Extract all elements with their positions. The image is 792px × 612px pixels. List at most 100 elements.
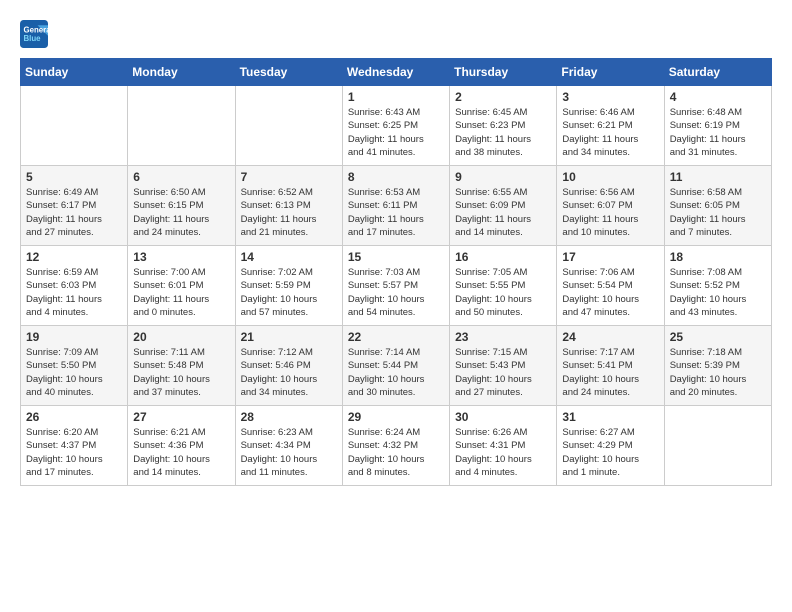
day-info: Sunrise: 7:08 AM Sunset: 5:52 PM Dayligh… xyxy=(670,266,766,319)
day-cell: 3 Sunrise: 6:46 AM Sunset: 6:21 PM Daylig… xyxy=(557,86,664,166)
day-cell: 8 Sunrise: 6:53 AM Sunset: 6:11 PM Daylig… xyxy=(342,166,449,246)
week-row-3: 12Sunrise: 6:59 AM Sunset: 6:03 PM Dayli… xyxy=(21,246,772,326)
day-info: Sunrise: 7:00 AM Sunset: 6:01 PM Dayligh… xyxy=(133,266,229,319)
day-cell xyxy=(128,86,235,166)
day-cell: 6 Sunrise: 6:50 AM Sunset: 6:15 PM Daylig… xyxy=(128,166,235,246)
day-cell: 11 Sunrise: 6:58 AM Sunset: 6:05 PM Dayli… xyxy=(664,166,771,246)
day-info: Sunrise: 7:11 AM Sunset: 5:48 PM Dayligh… xyxy=(133,346,229,399)
day-cell: 12Sunrise: 6:59 AM Sunset: 6:03 PM Dayli… xyxy=(21,246,128,326)
day-info: Sunrise: 7:06 AM Sunset: 5:54 PM Dayligh… xyxy=(562,266,658,319)
day-info: Sunrise: 6:46 AM Sunset: 6:21 PM Dayligh… xyxy=(562,106,658,159)
day-info: Sunrise: 6:50 AM Sunset: 6:15 PM Dayligh… xyxy=(133,186,229,239)
day-number: 10 xyxy=(562,170,658,184)
day-cell: 1 Sunrise: 6:43 AM Sunset: 6:25 PM Daylig… xyxy=(342,86,449,166)
day-cell: 21 Sunrise: 7:12 AM Sunset: 5:46 PM Dayli… xyxy=(235,326,342,406)
calendar: SundayMondayTuesdayWednesdayThursdayFrid… xyxy=(20,58,772,486)
day-cell xyxy=(235,86,342,166)
day-info: Sunrise: 7:18 AM Sunset: 5:39 PM Dayligh… xyxy=(670,346,766,399)
day-cell: 2 Sunrise: 6:45 AM Sunset: 6:23 PM Daylig… xyxy=(450,86,557,166)
day-info: Sunrise: 6:27 AM Sunset: 4:29 PM Dayligh… xyxy=(562,426,658,479)
day-info: Sunrise: 6:55 AM Sunset: 6:09 PM Dayligh… xyxy=(455,186,551,239)
day-info: Sunrise: 6:59 AM Sunset: 6:03 PM Dayligh… xyxy=(26,266,122,319)
day-number: 1 xyxy=(348,90,444,104)
header-thursday: Thursday xyxy=(450,59,557,86)
page-header: General Blue xyxy=(20,20,772,48)
week-row-4: 19Sunrise: 7:09 AM Sunset: 5:50 PM Dayli… xyxy=(21,326,772,406)
day-cell: 10 Sunrise: 6:56 AM Sunset: 6:07 PM Dayli… xyxy=(557,166,664,246)
day-cell: 17Sunrise: 7:06 AM Sunset: 5:54 PM Dayli… xyxy=(557,246,664,326)
day-number: 5 xyxy=(26,170,122,184)
day-info: Sunrise: 6:24 AM Sunset: 4:32 PM Dayligh… xyxy=(348,426,444,479)
day-number: 29 xyxy=(348,410,444,424)
week-row-1: 1 Sunrise: 6:43 AM Sunset: 6:25 PM Daylig… xyxy=(21,86,772,166)
day-number: 22 xyxy=(348,330,444,344)
day-cell xyxy=(21,86,128,166)
day-info: Sunrise: 6:43 AM Sunset: 6:25 PM Dayligh… xyxy=(348,106,444,159)
day-cell: 25 Sunrise: 7:18 AM Sunset: 5:39 PM Dayli… xyxy=(664,326,771,406)
day-info: Sunrise: 7:12 AM Sunset: 5:46 PM Dayligh… xyxy=(241,346,337,399)
day-info: Sunrise: 6:49 AM Sunset: 6:17 PM Dayligh… xyxy=(26,186,122,239)
day-info: Sunrise: 6:45 AM Sunset: 6:23 PM Dayligh… xyxy=(455,106,551,159)
header-sunday: Sunday xyxy=(21,59,128,86)
day-number: 26 xyxy=(26,410,122,424)
day-number: 14 xyxy=(241,250,337,264)
day-info: Sunrise: 6:56 AM Sunset: 6:07 PM Dayligh… xyxy=(562,186,658,239)
day-cell: 20 Sunrise: 7:11 AM Sunset: 5:48 PM Dayli… xyxy=(128,326,235,406)
logo: General Blue xyxy=(20,20,52,48)
day-cell: 19Sunrise: 7:09 AM Sunset: 5:50 PM Dayli… xyxy=(21,326,128,406)
header-monday: Monday xyxy=(128,59,235,86)
day-info: Sunrise: 6:58 AM Sunset: 6:05 PM Dayligh… xyxy=(670,186,766,239)
day-number: 11 xyxy=(670,170,766,184)
day-cell: 14Sunrise: 7:02 AM Sunset: 5:59 PM Dayli… xyxy=(235,246,342,326)
day-number: 30 xyxy=(455,410,551,424)
day-info: Sunrise: 6:23 AM Sunset: 4:34 PM Dayligh… xyxy=(241,426,337,479)
day-number: 7 xyxy=(241,170,337,184)
day-number: 16 xyxy=(455,250,551,264)
week-row-2: 5 Sunrise: 6:49 AM Sunset: 6:17 PM Daylig… xyxy=(21,166,772,246)
day-cell: 31Sunrise: 6:27 AM Sunset: 4:29 PM Dayli… xyxy=(557,406,664,486)
day-info: Sunrise: 6:20 AM Sunset: 4:37 PM Dayligh… xyxy=(26,426,122,479)
day-cell: 28 Sunrise: 6:23 AM Sunset: 4:34 PM Dayli… xyxy=(235,406,342,486)
day-info: Sunrise: 7:14 AM Sunset: 5:44 PM Dayligh… xyxy=(348,346,444,399)
logo-icon: General Blue xyxy=(20,20,48,48)
day-cell: 7 Sunrise: 6:52 AM Sunset: 6:13 PM Daylig… xyxy=(235,166,342,246)
header-wednesday: Wednesday xyxy=(342,59,449,86)
day-number: 13 xyxy=(133,250,229,264)
day-number: 8 xyxy=(348,170,444,184)
day-number: 28 xyxy=(241,410,337,424)
day-number: 21 xyxy=(241,330,337,344)
svg-text:General: General xyxy=(24,25,49,34)
day-info: Sunrise: 6:52 AM Sunset: 6:13 PM Dayligh… xyxy=(241,186,337,239)
day-cell: 23Sunrise: 7:15 AM Sunset: 5:43 PM Dayli… xyxy=(450,326,557,406)
day-info: Sunrise: 7:03 AM Sunset: 5:57 PM Dayligh… xyxy=(348,266,444,319)
day-number: 19 xyxy=(26,330,122,344)
header-saturday: Saturday xyxy=(664,59,771,86)
calendar-header-row: SundayMondayTuesdayWednesdayThursdayFrid… xyxy=(21,59,772,86)
day-number: 18 xyxy=(670,250,766,264)
day-number: 9 xyxy=(455,170,551,184)
day-number: 3 xyxy=(562,90,658,104)
day-number: 25 xyxy=(670,330,766,344)
day-number: 20 xyxy=(133,330,229,344)
day-number: 6 xyxy=(133,170,229,184)
day-cell: 9 Sunrise: 6:55 AM Sunset: 6:09 PM Daylig… xyxy=(450,166,557,246)
day-cell: 15 Sunrise: 7:03 AM Sunset: 5:57 PM Dayli… xyxy=(342,246,449,326)
day-cell xyxy=(664,406,771,486)
header-tuesday: Tuesday xyxy=(235,59,342,86)
day-cell: 13 Sunrise: 7:00 AM Sunset: 6:01 PM Dayli… xyxy=(128,246,235,326)
day-info: Sunrise: 7:05 AM Sunset: 5:55 PM Dayligh… xyxy=(455,266,551,319)
day-number: 23 xyxy=(455,330,551,344)
day-cell: 24Sunrise: 7:17 AM Sunset: 5:41 PM Dayli… xyxy=(557,326,664,406)
day-number: 2 xyxy=(455,90,551,104)
header-friday: Friday xyxy=(557,59,664,86)
day-cell: 30Sunrise: 6:26 AM Sunset: 4:31 PM Dayli… xyxy=(450,406,557,486)
day-cell: 5 Sunrise: 6:49 AM Sunset: 6:17 PM Daylig… xyxy=(21,166,128,246)
svg-text:Blue: Blue xyxy=(24,34,42,43)
day-number: 27 xyxy=(133,410,229,424)
day-info: Sunrise: 6:53 AM Sunset: 6:11 PM Dayligh… xyxy=(348,186,444,239)
day-cell: 4Sunrise: 6:48 AM Sunset: 6:19 PM Daylig… xyxy=(664,86,771,166)
day-cell: 18 Sunrise: 7:08 AM Sunset: 5:52 PM Dayli… xyxy=(664,246,771,326)
day-info: Sunrise: 7:17 AM Sunset: 5:41 PM Dayligh… xyxy=(562,346,658,399)
day-number: 4 xyxy=(670,90,766,104)
day-number: 15 xyxy=(348,250,444,264)
